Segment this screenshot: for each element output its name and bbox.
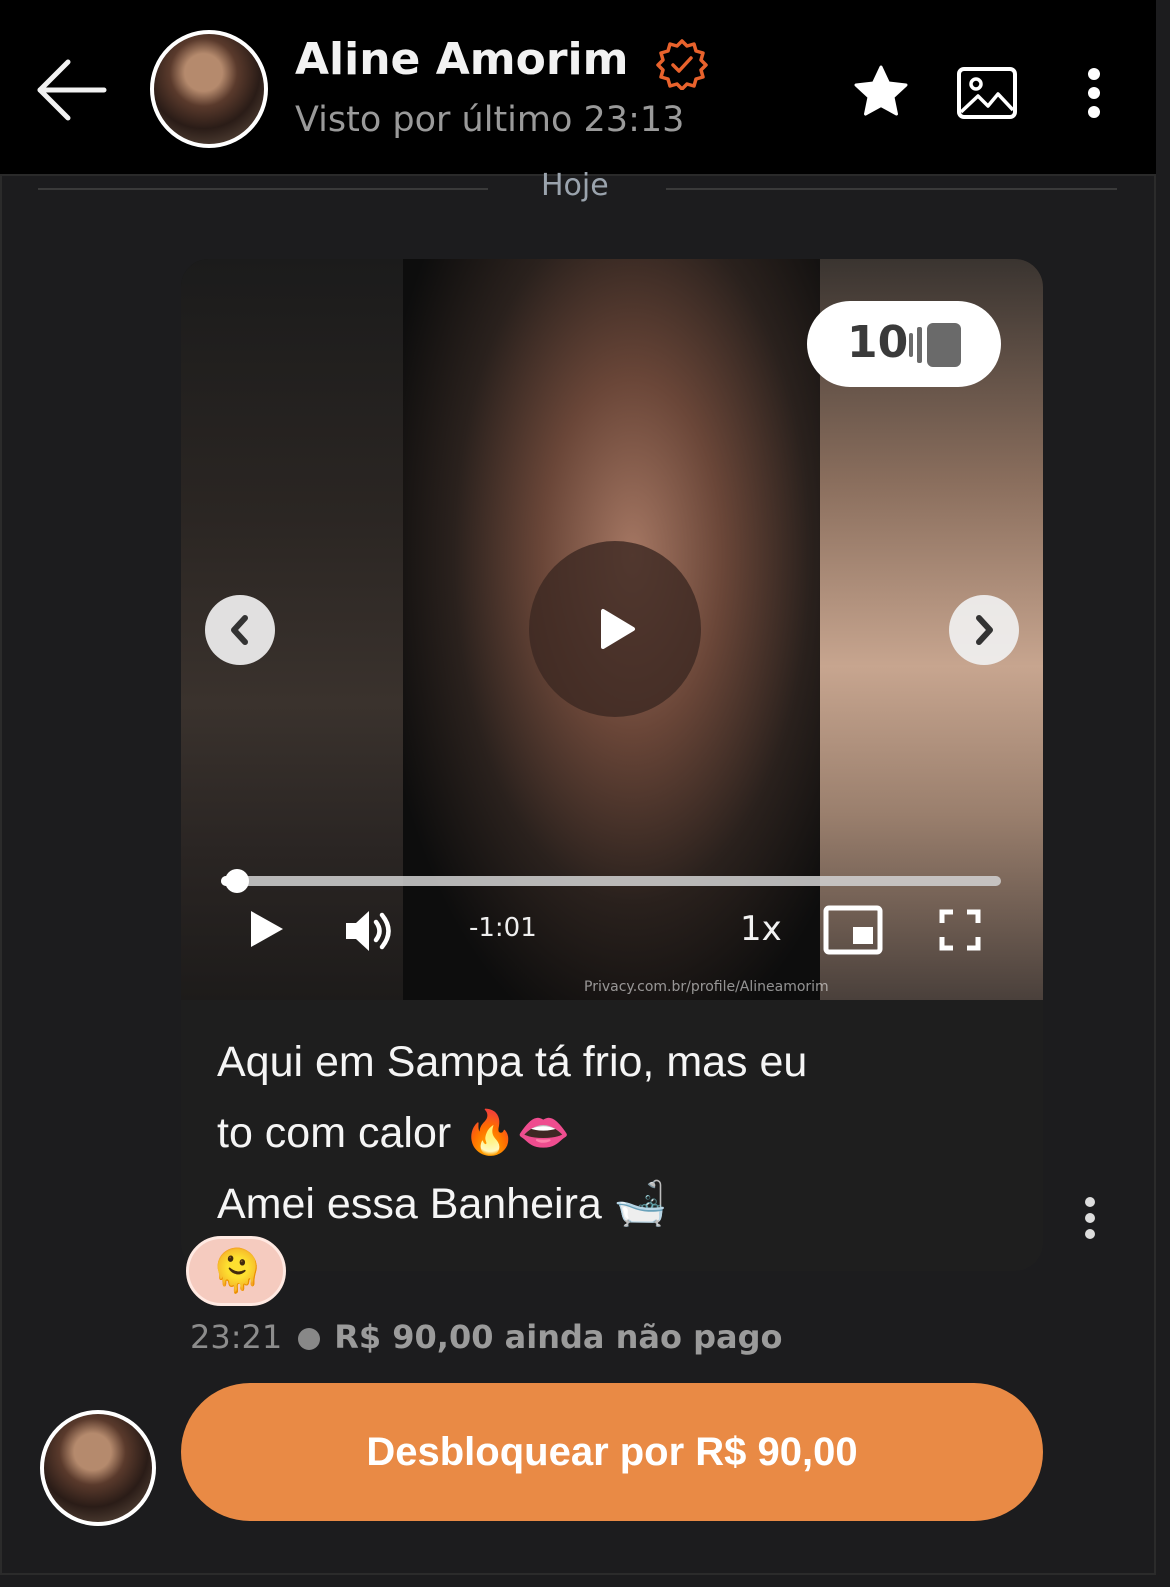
- verified-badge-icon: [656, 39, 708, 90]
- caption-line: Amei essa Banheira 🛁: [217, 1180, 668, 1228]
- caption-line: Aqui em Sampa tá frio, mas eu: [217, 1038, 808, 1086]
- status-dot: [298, 1328, 321, 1350]
- play-overlay-button[interactable]: [529, 541, 701, 717]
- volume-icon[interactable]: [343, 907, 397, 955]
- reaction-badge[interactable]: 🫠: [186, 1236, 286, 1306]
- date-divider-line-left: [38, 188, 488, 190]
- contact-name[interactable]: Aline Amorim: [295, 34, 628, 85]
- unlock-button[interactable]: Desbloquear por R$ 90,00: [181, 1383, 1043, 1521]
- sender-avatar[interactable]: [40, 1410, 156, 1526]
- chevron-left-icon: [231, 615, 248, 645]
- play-control-icon[interactable]: [247, 907, 287, 951]
- video-progress-handle[interactable]: [225, 869, 249, 893]
- media-stack-icon: [909, 323, 961, 367]
- message-options-icon[interactable]: [1078, 1196, 1102, 1242]
- more-options-icon[interactable]: [1082, 66, 1106, 120]
- payment-status: R$ 90,00 ainda não pago: [334, 1318, 783, 1356]
- watermark-text: Privacy.com.br/profile/Alineamorim: [584, 979, 829, 995]
- last-seen-status: Visto por último 23:13: [295, 100, 685, 140]
- time-remaining: -1:01: [469, 913, 537, 943]
- arrow-left-icon: [37, 59, 107, 121]
- media-carousel[interactable]: Privacy.com.br/profile/Alineamorim 10 -1…: [181, 259, 1043, 1000]
- chevron-right-icon: [976, 615, 993, 645]
- media-count-badge: 10: [807, 301, 1001, 387]
- message-caption: Aqui em Sampa tá frio, mas eu to com cal…: [217, 1027, 1007, 1240]
- picture-in-picture-icon[interactable]: [823, 905, 883, 955]
- date-divider-line-right: [666, 188, 1117, 190]
- message-time: 23:21: [190, 1318, 283, 1356]
- media-message-card: Privacy.com.br/profile/Alineamorim 10 -1…: [181, 259, 1043, 1271]
- video-progress-track[interactable]: [221, 876, 1001, 886]
- reaction-emoji: 🫠: [211, 1246, 264, 1295]
- date-divider-label: Hoje: [541, 168, 609, 203]
- playback-speed-button[interactable]: 1x: [740, 909, 782, 949]
- fullscreen-icon[interactable]: [939, 909, 981, 951]
- play-icon: [601, 609, 635, 649]
- chat-header: Aline Amorim Visto por último 23:13: [0, 0, 1156, 176]
- media-count: 10: [847, 317, 909, 368]
- image-gallery-icon[interactable]: [956, 66, 1018, 120]
- previous-media-button[interactable]: [205, 595, 275, 665]
- next-media-button[interactable]: [949, 595, 1019, 665]
- back-button[interactable]: [36, 58, 108, 122]
- caption-line: to com calor 🔥👄: [217, 1109, 571, 1157]
- message-meta: 23:21 R$ 90,00 ainda não pago: [190, 1318, 783, 1356]
- star-icon[interactable]: [852, 64, 910, 120]
- avatar[interactable]: [150, 30, 268, 148]
